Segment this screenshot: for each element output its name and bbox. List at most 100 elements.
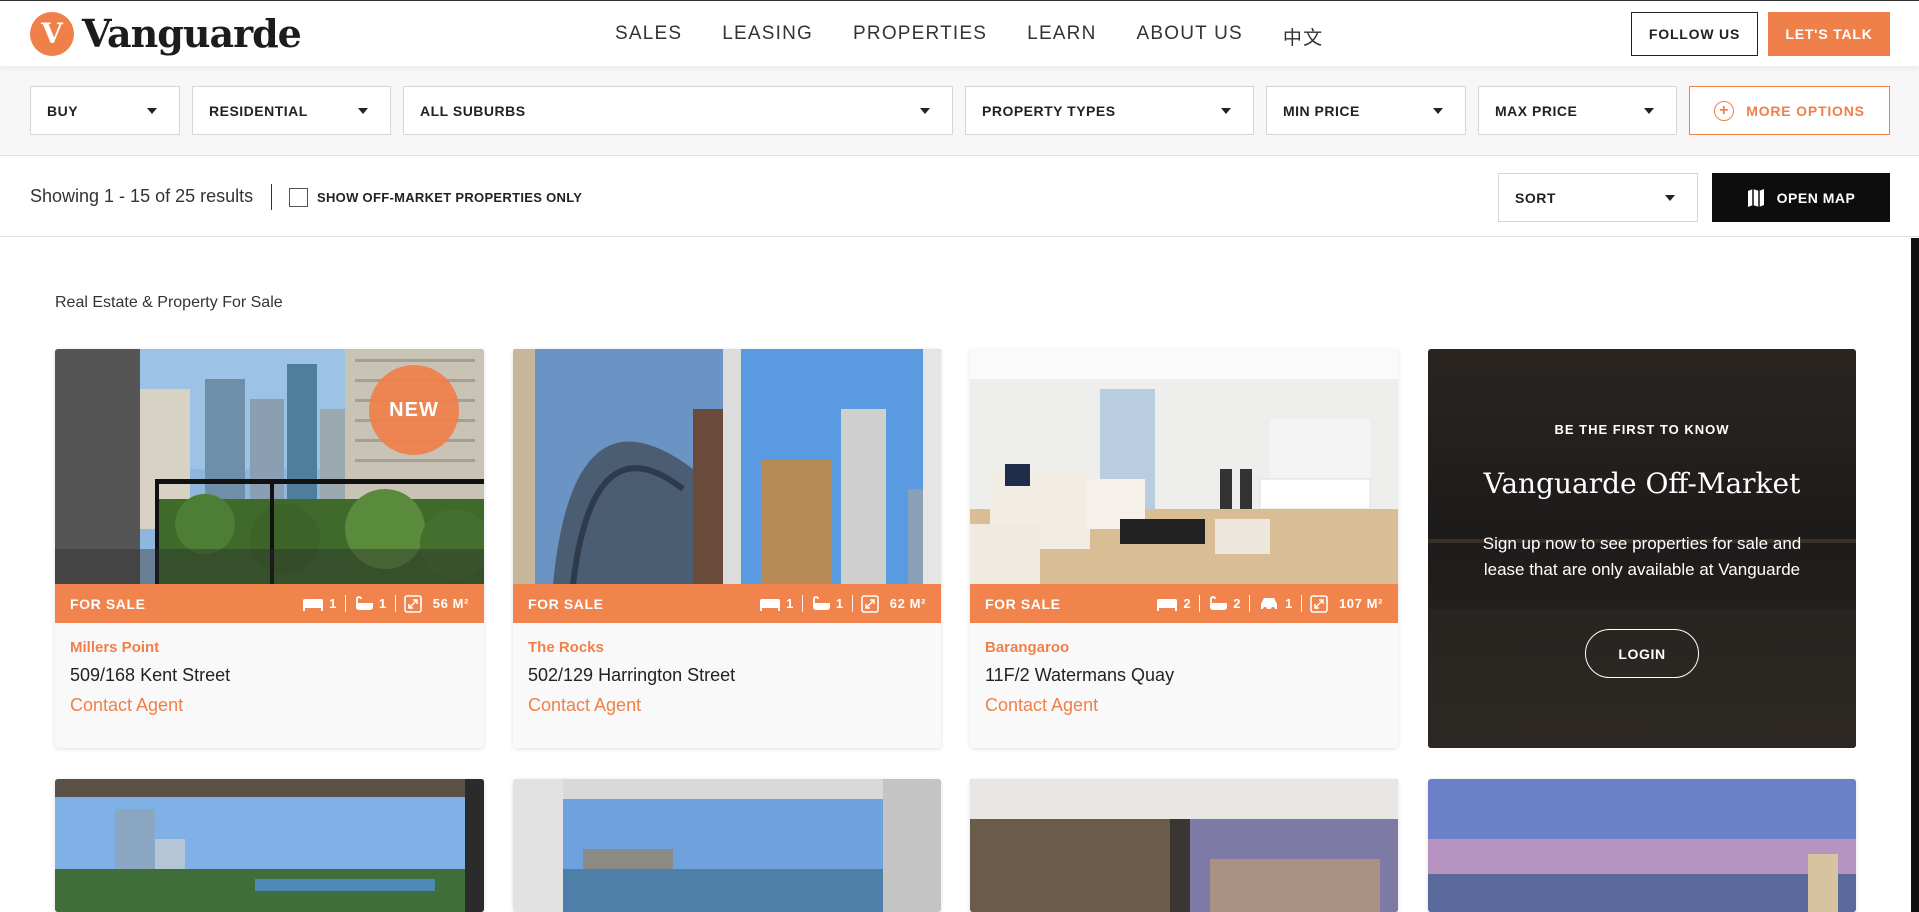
off-market-label[interactable]: SHOW OFF-MARKET PROPERTIES ONLY [317,190,582,205]
listing-card[interactable]: FOR SALE 1 1 62 M² The Rocks 502/129 Har… [513,349,941,748]
listing-details: Millers Point 509/168 Kent Street Contac… [55,623,484,748]
baths-count: 1 [378,596,387,611]
separator [1199,595,1201,612]
nav-about-us[interactable]: ABOUT US [1137,23,1243,50]
listing-photo[interactable] [513,349,941,584]
property-types-label: PROPERTY TYPES [982,102,1116,119]
promo-kicker: BE THE FIRST TO KNOW [1554,422,1730,437]
listing-card[interactable] [513,779,941,912]
results-count: Showing 1 - 15 of 25 results [30,186,254,206]
suburbs-select-label: ALL SUBURBS [420,102,526,119]
listing-address[interactable]: 509/168 Kent Street [70,665,469,686]
results-bar: Showing 1 - 15 of 25 results SHOW OFF-MA… [0,157,1919,237]
more-options-button[interactable]: + MORE OPTIONS [1689,86,1890,135]
beds-count: 1 [786,596,794,611]
listing-card[interactable] [55,779,484,912]
logo[interactable]: V Vanguarde [30,11,302,56]
min-price-select[interactable]: MIN PRICE [1266,86,1466,135]
nav-sales[interactable]: SALES [615,23,682,50]
bed-icon [760,598,781,611]
status-label: FOR SALE [528,595,604,612]
listing-card[interactable] [1428,779,1856,912]
property-types-select[interactable]: PROPERTY TYPES [965,86,1254,135]
buy-select[interactable]: BUY [30,86,180,135]
logo-text: Vanguarde [82,11,302,56]
listing-price: Contact Agent [985,695,1099,715]
status-label: FOR SALE [70,595,146,612]
area-value: 62 M² [889,596,926,611]
scrollbar[interactable] [1911,238,1919,912]
separator [344,595,346,612]
listing-features: 1 1 56 M² [302,594,469,613]
listing-features: 1 1 62 M² [759,594,926,613]
listing-details: Barangaroo 11F/2 Watermans Quay Contact … [970,623,1398,748]
chevron-down-icon [147,108,157,114]
sort-select[interactable]: SORT [1498,173,1698,222]
chevron-down-icon [1221,108,1231,114]
listing-suburb: Millers Point [70,639,160,656]
listing-price: Contact Agent [528,695,642,715]
open-map-button[interactable]: OPEN MAP [1712,173,1890,222]
area-value: 107 M² [1338,596,1383,611]
sort-label: SORT [1515,189,1556,206]
beds-count: 2 [1183,596,1192,611]
promo-text: Sign up now to see properties for sale a… [1482,534,1802,579]
area-value: 56 M² [432,596,469,611]
suburbs-select[interactable]: ALL SUBURBS [403,86,953,135]
category-select[interactable]: RESIDENTIAL [192,86,391,135]
listing-photo[interactable] [513,779,941,912]
separator [394,595,396,612]
beds-count: 1 [329,596,337,611]
bed-icon [303,598,324,611]
listing-address[interactable]: 11F/2 Watermans Quay [985,665,1383,686]
nav-learn[interactable]: LEARN [1027,23,1096,50]
nav-properties[interactable]: PROPERTIES [853,23,987,50]
status-label: FOR SALE [985,595,1061,612]
car-icon [1261,597,1278,611]
nav-chinese[interactable]: 中文 [1283,23,1323,50]
max-price-label: MAX PRICE [1495,102,1578,119]
listing-card[interactable]: FOR SALE 2 2 1 107 M² Barangaroo 11F/2 W… [970,349,1398,748]
area-icon [860,594,879,613]
separator [1249,595,1251,612]
map-icon [1747,188,1764,207]
chevron-down-icon [1644,108,1654,114]
lets-talk-button[interactable]: LET'S TALK [1768,12,1890,56]
bath-icon [1210,595,1228,610]
listing-card[interactable] [970,779,1398,912]
listing-card[interactable]: NEW FOR SALE 1 1 56 M² Millers Point 509… [55,349,484,748]
listing-photo[interactable] [1428,779,1856,912]
separator [1300,595,1302,612]
living-room-photo [970,349,1398,584]
separator [801,595,803,612]
listing-address[interactable]: 502/129 Harrington Street [528,665,926,686]
divider [271,184,272,210]
nav-leasing[interactable]: LEASING [722,23,813,50]
cars-count: 1 [1285,596,1293,611]
login-button[interactable]: LOGIN [1585,629,1699,678]
listing-suburb: Barangaroo [985,639,1070,656]
max-price-select[interactable]: MAX PRICE [1478,86,1677,135]
listing-photo[interactable] [55,779,484,912]
chevron-down-icon [1665,195,1675,201]
follow-us-button[interactable]: FOLLOW US [1631,12,1758,56]
logo-mark: V [30,11,74,56]
more-options-label: MORE OPTIONS [1746,102,1865,119]
filter-bar: BUY RESIDENTIAL ALL SUBURBS PROPERTY TYP… [0,66,1919,156]
baths-count: 2 [1233,596,1242,611]
off-market-promo: BE THE FIRST TO KNOW Vanguarde Off-Marke… [1428,349,1856,748]
listing-info-strip: FOR SALE 1 1 56 M² [55,584,484,623]
area-icon [403,594,422,613]
separator [851,595,853,612]
listing-photo[interactable]: NEW [55,349,484,584]
bath-icon [355,595,373,610]
promo-title: Vanguarde Off-Market [1483,467,1801,500]
baths-count: 1 [835,596,844,611]
listing-suburb: The Rocks [528,639,604,656]
off-market-checkbox[interactable] [289,188,308,207]
open-map-label: OPEN MAP [1776,189,1856,206]
chevron-down-icon [358,108,368,114]
listing-photo[interactable] [970,349,1398,584]
listing-photo[interactable] [970,779,1398,912]
listing-info-strip: FOR SALE 2 2 1 107 M² [970,584,1398,623]
